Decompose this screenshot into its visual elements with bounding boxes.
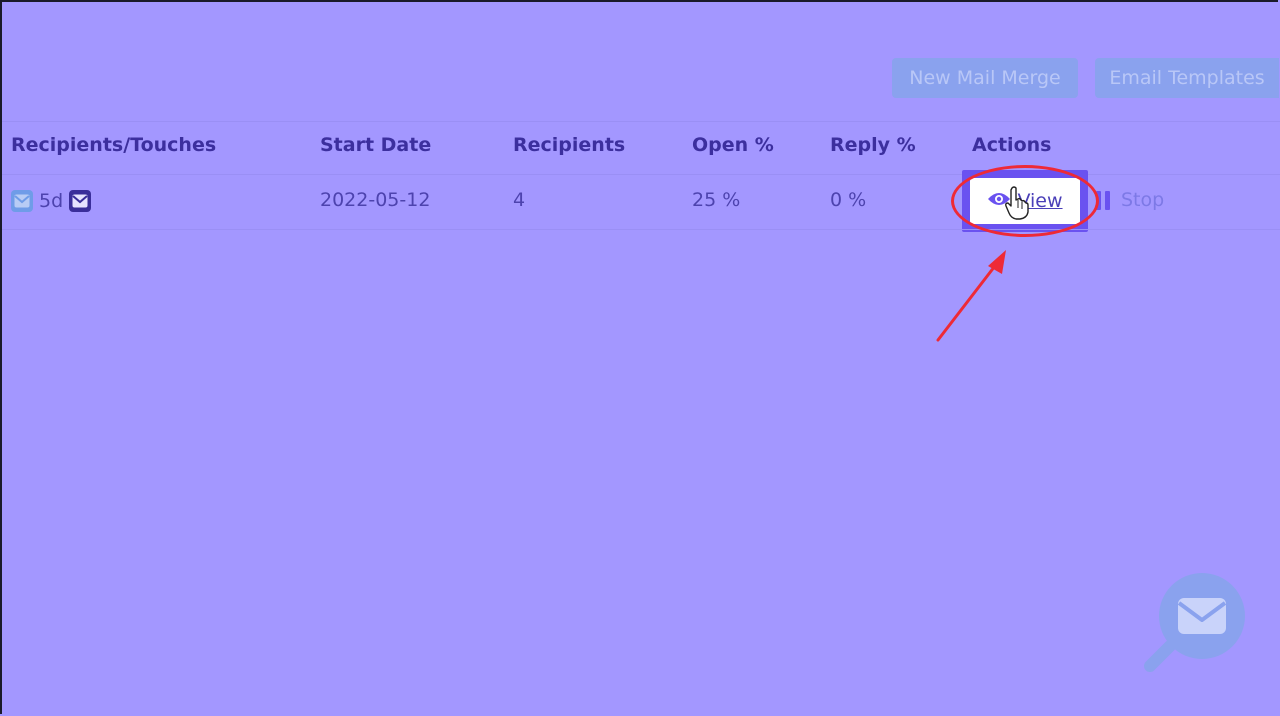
touch-delay-label: 5d <box>39 190 64 212</box>
hand-cursor-icon <box>1005 186 1029 220</box>
stop-button[interactable]: Stop <box>1096 189 1164 211</box>
column-header-recipients-touches: Recipients/Touches <box>11 134 217 156</box>
header-divider <box>2 174 1280 175</box>
recipients-cell: 4 <box>513 189 526 211</box>
annotation-arrow-icon <box>936 250 1006 342</box>
column-header-actions: Actions <box>972 134 1052 156</box>
mail-search-icon <box>1144 573 1245 672</box>
column-header-recipients: Recipients <box>513 134 626 156</box>
new-mail-merge-button[interactable]: New Mail Merge <box>892 58 1078 98</box>
column-header-reply-pct: Reply % <box>830 134 916 156</box>
start-date-cell: 2022-05-12 <box>320 189 431 211</box>
touches-cell: 5d <box>11 189 92 213</box>
column-header-open-pct: Open % <box>692 134 774 156</box>
stop-button-label: Stop <box>1121 189 1165 211</box>
open-pct-cell: 25 % <box>692 189 741 211</box>
mail-icon <box>69 190 92 212</box>
column-header-start-date: Start Date <box>320 134 432 156</box>
mail-icon <box>11 190 33 212</box>
row-divider <box>2 229 1280 230</box>
chat-support-button[interactable] <box>1142 570 1252 680</box>
table-top-divider <box>2 121 1280 122</box>
reply-pct-cell: 0 % <box>830 189 867 211</box>
app-frame <box>0 0 1278 714</box>
email-templates-button[interactable]: Email Templates <box>1095 58 1279 98</box>
pause-icon <box>1096 190 1110 210</box>
